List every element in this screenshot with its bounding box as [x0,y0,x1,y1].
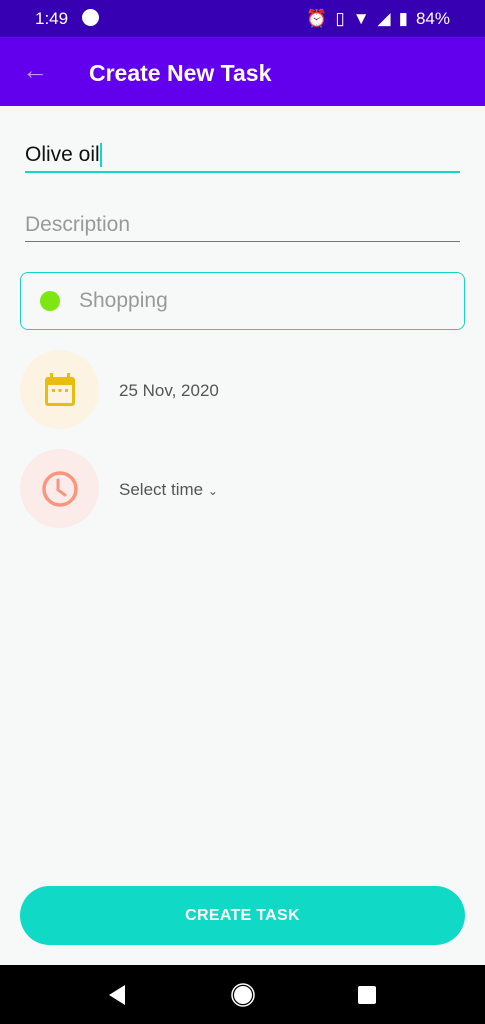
category-selector[interactable]: Shopping [20,272,465,330]
app-bar: ← Create New Task [0,37,485,106]
clock-icon [41,470,78,507]
back-arrow-icon[interactable]: ← [22,55,48,86]
battery-percent: 84% [415,9,450,28]
page-title: Create New Task [89,60,272,86]
task-title-input[interactable]: Olive oil [25,140,460,173]
time-picker-button[interactable] [20,449,99,528]
vibrate-icon: ▯ [335,9,345,28]
status-time: 1:49 [35,9,69,28]
wifi-icon: ▼ [352,9,370,28]
alarm-icon: ⏰ [306,9,328,28]
date-value[interactable]: 25 Nov, 2020 [119,381,219,401]
create-task-button[interactable]: CREATE TASK [20,886,465,945]
app-notification-icon [82,9,99,26]
signal-icon: ◢ [377,9,391,28]
date-picker-button[interactable] [20,350,99,429]
description-input[interactable]: Description [25,213,460,242]
system-nav-bar [0,965,485,1024]
time-select[interactable]: Select time ⌄ [119,480,218,500]
task-title-value: Olive oil [25,143,100,166]
back-nav-icon[interactable] [107,984,127,1006]
time-label: Select time [119,480,204,499]
text-cursor [99,143,102,168]
category-color-dot [40,291,60,311]
battery-icon: ▮ [398,9,408,28]
description-placeholder: Description [25,213,131,236]
category-label: Shopping [79,289,168,312]
home-nav-icon[interactable] [231,983,255,1007]
status-bar: 1:49 ⏰ ▯ ▼ ◢ ▮ 84% [0,0,485,37]
recents-nav-icon[interactable] [358,986,376,1004]
calendar-icon [44,372,75,406]
chevron-down-icon: ⌄ [207,484,218,498]
